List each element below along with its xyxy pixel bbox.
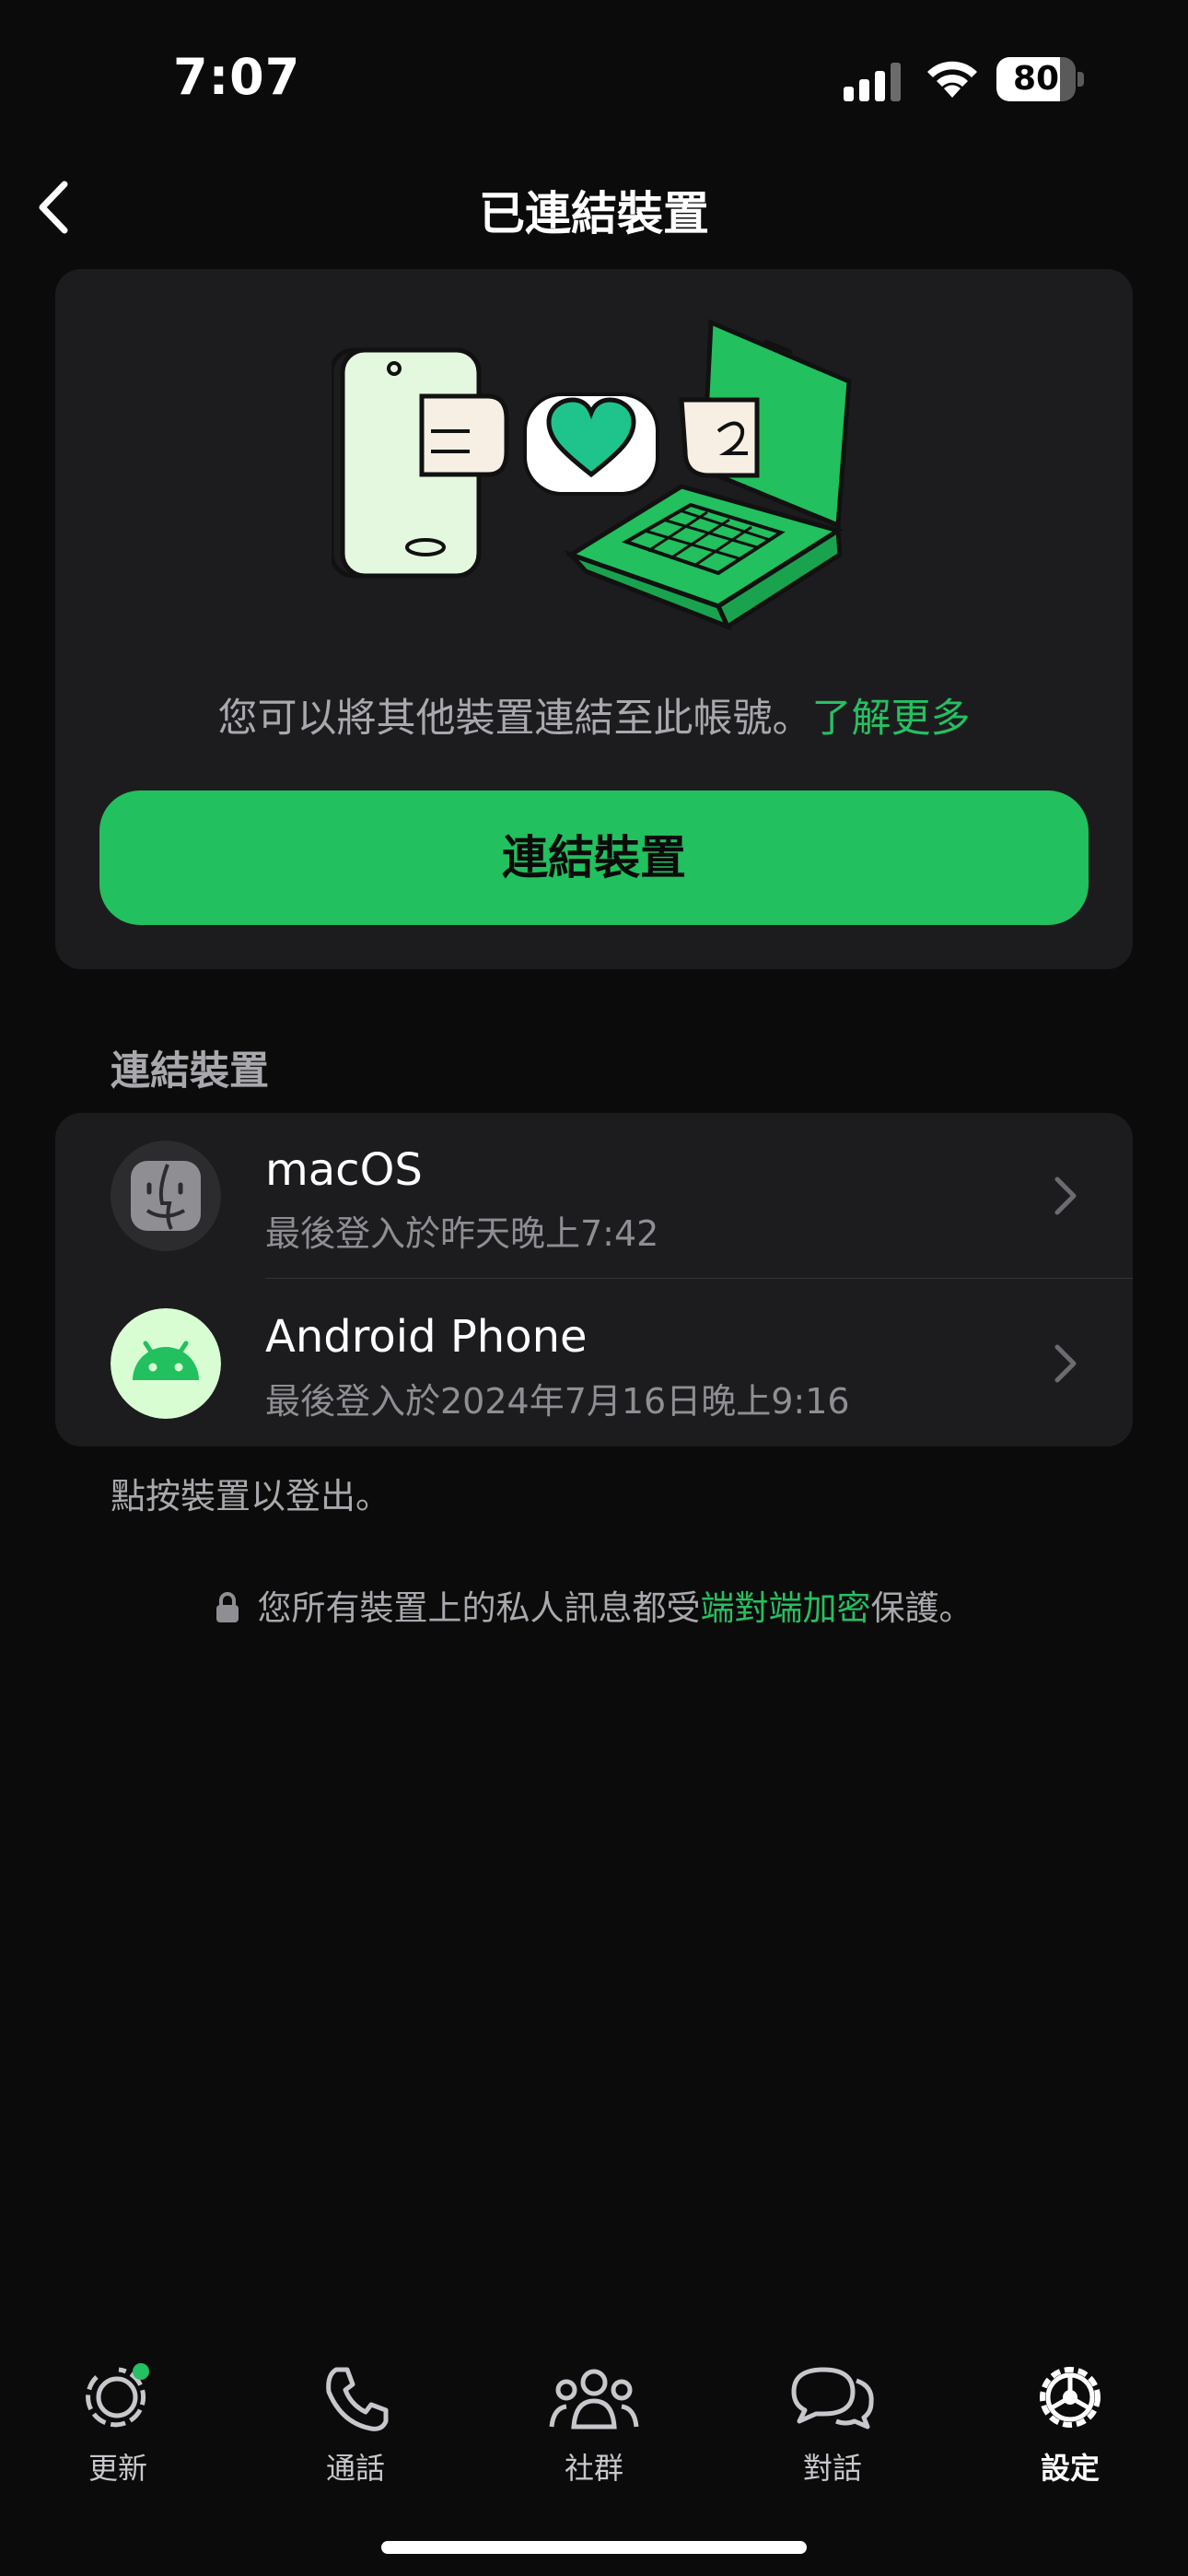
linked-devices-illustration bbox=[332, 319, 852, 631]
tab-label: 設定 bbox=[1040, 2451, 1100, 2486]
settings-icon bbox=[1040, 2367, 1101, 2428]
cellular-signal-icon bbox=[844, 63, 901, 101]
encryption-text: 您所有裝置上的私人訊息都受 bbox=[257, 1588, 701, 1628]
section-label: 連結裝置 bbox=[111, 1048, 269, 1095]
page-title: 已連結裝置 bbox=[479, 187, 709, 240]
battery-indicator: 80 bbox=[996, 57, 1085, 101]
encryption-text-end: 保護。 bbox=[870, 1588, 973, 1628]
tab-label: 更新 bbox=[87, 2451, 147, 2486]
chevron-right-icon bbox=[1054, 1344, 1077, 1383]
tab-chats[interactable]: 對話 bbox=[759, 2359, 906, 2488]
finder-icon bbox=[111, 1141, 221, 1251]
wifi-icon bbox=[927, 61, 977, 98]
communities-icon bbox=[549, 2369, 639, 2430]
device-last-login: 最後登入於2024年7月16日晚上9:16 bbox=[265, 1381, 850, 1422]
phone-icon bbox=[326, 2367, 389, 2431]
encryption-notice: 您所有裝置上的私人訊息都受端對端加密保護。 bbox=[0, 1580, 1188, 1630]
link-info-text: 您可以將其他裝置連結至此帳號。了解更多 bbox=[55, 686, 1133, 744]
learn-more-link[interactable]: 了解更多 bbox=[812, 696, 971, 742]
lock-icon bbox=[215, 1592, 239, 1622]
tab-communities[interactable]: 社群 bbox=[520, 2359, 668, 2488]
logout-hint: 點按裝置以登出。 bbox=[111, 1476, 391, 1516]
android-icon bbox=[111, 1308, 221, 1419]
tab-label: 社群 bbox=[564, 2451, 623, 2486]
tab-label: 通話 bbox=[325, 2451, 385, 2486]
home-indicator[interactable] bbox=[381, 2541, 807, 2554]
device-last-login: 最後登入於昨天晚上7:42 bbox=[265, 1213, 659, 1254]
updates-icon bbox=[86, 2363, 149, 2428]
tab-label: 對話 bbox=[802, 2451, 862, 2486]
tab-settings[interactable]: 設定 bbox=[996, 2359, 1144, 2488]
device-name: macOS bbox=[265, 1144, 423, 1196]
device-name: Android Phone bbox=[265, 1311, 588, 1363]
battery-level: 80 bbox=[1012, 60, 1060, 98]
status-time: 7:07 bbox=[173, 48, 301, 106]
link-device-button[interactable]: 連結裝置 bbox=[99, 790, 1089, 925]
tab-updates[interactable]: 更新 bbox=[44, 2359, 192, 2488]
info-message: 您可以將其他裝置連結至此帳號。 bbox=[217, 696, 812, 742]
chevron-right-icon bbox=[1054, 1177, 1077, 1215]
tab-calls[interactable]: 通話 bbox=[282, 2359, 429, 2488]
chats-icon bbox=[791, 2367, 874, 2430]
e2e-link[interactable]: 端對端加密 bbox=[701, 1588, 871, 1628]
